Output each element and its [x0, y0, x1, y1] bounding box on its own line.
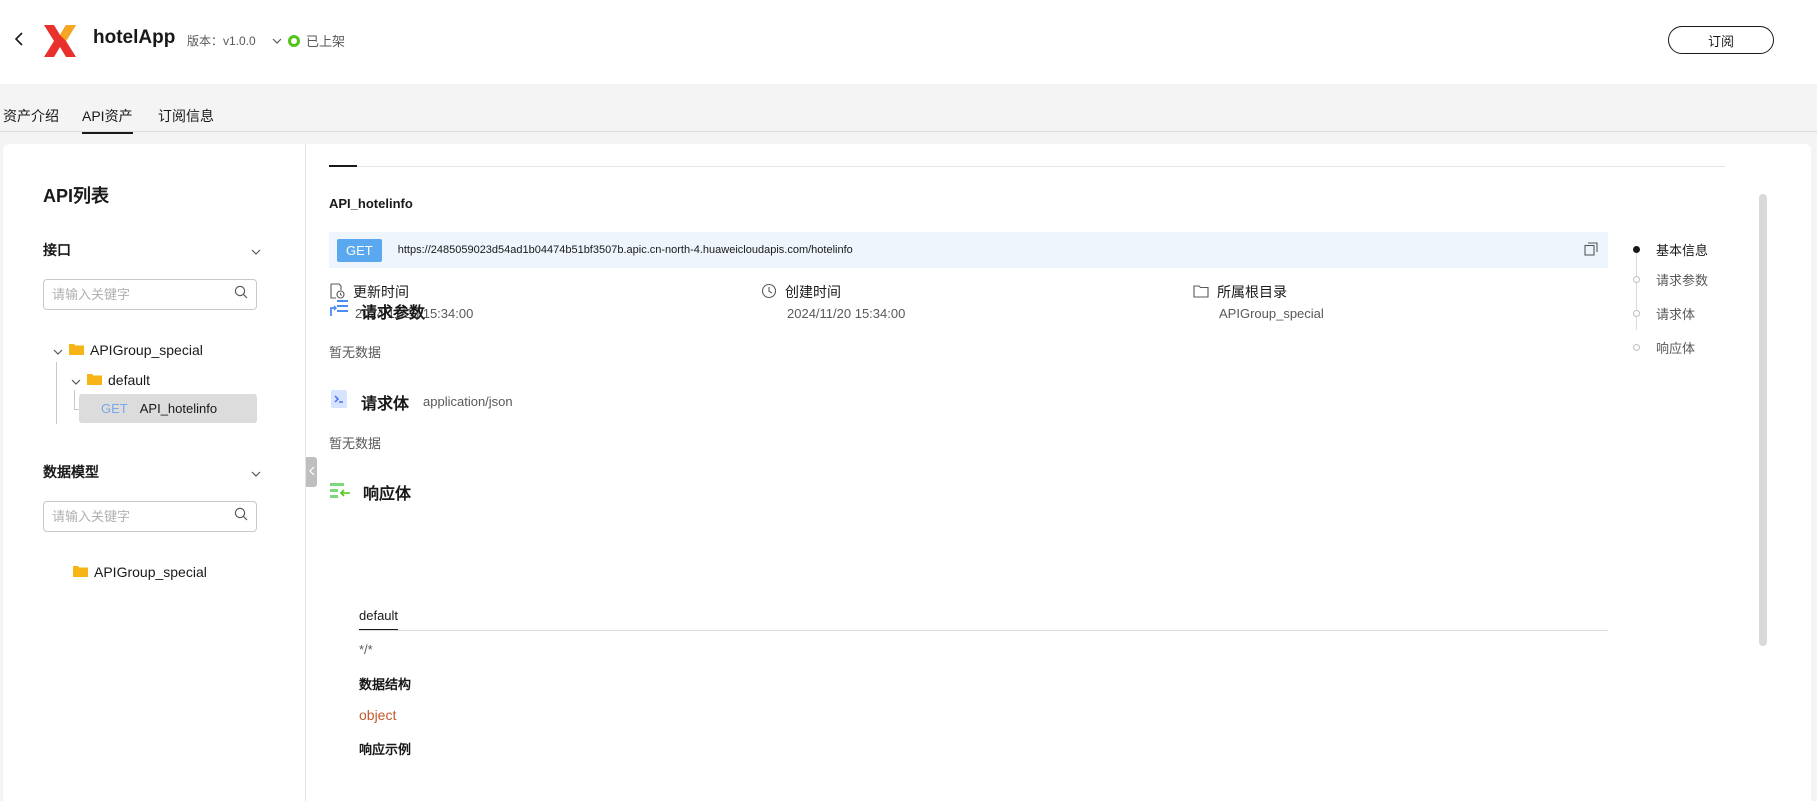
meta-root-dir-label: 所属根目录 — [1217, 284, 1287, 300]
anchor-dot — [1633, 344, 1640, 351]
scrollbar[interactable] — [1759, 194, 1767, 646]
anchor-dot — [1633, 276, 1640, 283]
back-arrow-icon[interactable] — [8, 28, 30, 50]
interfaces-label: 接口 — [43, 242, 71, 258]
subscribe-button[interactable]: 订阅 — [1668, 26, 1774, 54]
request-body-title: 请求体 — [361, 395, 410, 413]
tab-subscription-info[interactable]: 订阅信息 — [158, 106, 214, 132]
anchor-response-body[interactable]: 响应体 — [1633, 338, 1695, 357]
folder-icon — [87, 372, 102, 388]
chevron-down-icon — [251, 464, 261, 480]
meta-created-value: 2024/11/20 15:34:00 — [787, 306, 906, 321]
model-search-input[interactable] — [52, 509, 234, 524]
anchor-basic-info[interactable]: 基本信息 — [1633, 240, 1708, 259]
chevron-down-icon — [251, 242, 261, 258]
folder-outline-icon — [1193, 284, 1209, 301]
app-title: hotelApp — [93, 27, 176, 48]
request-params-empty: 暂无数据 — [329, 345, 382, 360]
chevron-down-icon[interactable] — [71, 372, 81, 388]
model-search[interactable] — [43, 501, 257, 532]
interface-search-input[interactable] — [52, 287, 234, 302]
models-label: 数据模型 — [43, 464, 99, 480]
divider — [359, 630, 1608, 631]
interface-search[interactable] — [43, 279, 257, 310]
model-group-label: APIGroup_special — [94, 564, 207, 580]
anchor-request-params[interactable]: 请求参数 — [1633, 270, 1708, 289]
request-body-section-title: 请求体 application/json — [329, 389, 513, 414]
divider — [329, 166, 1725, 167]
tab-api-assets[interactable]: API资产 — [82, 106, 133, 134]
status-text: 已上架 — [306, 34, 346, 49]
tab-indicator — [329, 165, 357, 167]
meta-created: 创建时间 2024/11/20 15:34:00 — [761, 282, 905, 321]
chevron-left-icon — [308, 466, 315, 479]
meta-root-dir-value: APIGroup_special — [1219, 306, 1324, 321]
models-section-header[interactable]: 数据模型 — [43, 462, 261, 482]
tree-group-label: APIGroup_special — [90, 342, 203, 358]
collapse-sidebar-handle[interactable] — [306, 457, 317, 487]
meta-root-dir: 所属根目录 APIGroup_special — [1193, 282, 1324, 321]
request-params-icon — [329, 298, 349, 323]
method-badge: GET — [337, 238, 382, 262]
folder-icon — [69, 342, 84, 358]
anchor-label: 基本信息 — [1656, 243, 1709, 258]
app-logo-icon — [40, 21, 80, 61]
anchor-label: 请求参数 — [1656, 273, 1709, 288]
request-params-title: 请求参数 — [361, 304, 426, 322]
api-detail-content: API_hotelinfo GET https://2485059023d54a… — [329, 144, 1725, 801]
clock-icon — [761, 283, 777, 302]
anchor-dot — [1633, 310, 1640, 317]
api-detail-name: API_hotelinfo — [329, 196, 413, 211]
status-dot-icon — [288, 34, 300, 47]
data-structure-value[interactable]: object — [359, 707, 396, 723]
main-card: API列表 接口 APIGroup_special — [3, 144, 1811, 801]
status-badge: 已上架 — [288, 31, 345, 50]
response-example-label: 响应示例 — [359, 742, 412, 757]
anchor-request-body[interactable]: 请求体 — [1633, 304, 1695, 323]
api-url: https://2485059023d54ad1b04474b51bf3507b… — [397, 244, 853, 256]
sidebar-title: API列表 — [43, 186, 110, 206]
tree-folder-label: default — [108, 372, 151, 388]
api-name-label: API_hotelinfo — [139, 401, 218, 416]
tree-api-hotelinfo[interactable]: GET API_hotelinfo — [79, 394, 257, 423]
data-structure-label: 数据结构 — [359, 677, 412, 692]
anchor-label: 请求体 — [1656, 307, 1696, 322]
version-selector[interactable]: 版本：v1.0.0 — [187, 32, 282, 49]
response-tab-default[interactable]: default — [359, 608, 399, 631]
response-media-type: */* — [359, 642, 373, 657]
search-icon[interactable] — [234, 507, 248, 526]
api-method-label: GET — [101, 401, 128, 416]
anchor-label: 响应体 — [1656, 341, 1696, 356]
search-icon[interactable] — [234, 285, 248, 304]
meta-created-label: 创建时间 — [785, 284, 841, 300]
request-body-content-type: application/json — [423, 394, 513, 409]
anchor-dot — [1633, 246, 1640, 253]
request-params-section-title: 请求参数 — [329, 298, 425, 323]
chevron-down-icon — [272, 38, 282, 44]
response-body-section-title: 响应体 — [329, 480, 411, 504]
tree-line — [56, 362, 57, 424]
app-header: hotelApp 版本：v1.0.0 已上架 订阅 — [0, 0, 1817, 84]
api-list-sidebar: API列表 接口 APIGroup_special — [3, 144, 306, 801]
folder-icon — [73, 564, 88, 580]
api-url-bar: GET https://2485059023d54ad1b04474b51bf3… — [329, 232, 1608, 268]
copy-icon[interactable] — [1584, 242, 1598, 261]
tab-asset-intro[interactable]: 资产介绍 — [3, 106, 59, 132]
interfaces-section-header[interactable]: 接口 — [43, 240, 261, 260]
model-group-apigroup-special[interactable]: APIGroup_special — [73, 564, 207, 580]
tree-group-apigroup-special[interactable]: APIGroup_special — [53, 342, 203, 358]
terminal-icon — [329, 389, 349, 414]
request-body-empty: 暂无数据 — [329, 436, 382, 451]
tab-bar: 资产介绍 API资产 订阅信息 — [0, 84, 1817, 134]
version-label: 版本：v1.0.0 — [187, 34, 256, 48]
chevron-down-icon[interactable] — [53, 342, 63, 358]
response-icon — [329, 481, 351, 504]
response-body-title: 响应体 — [363, 486, 412, 503]
tree-folder-default[interactable]: default — [71, 372, 150, 388]
